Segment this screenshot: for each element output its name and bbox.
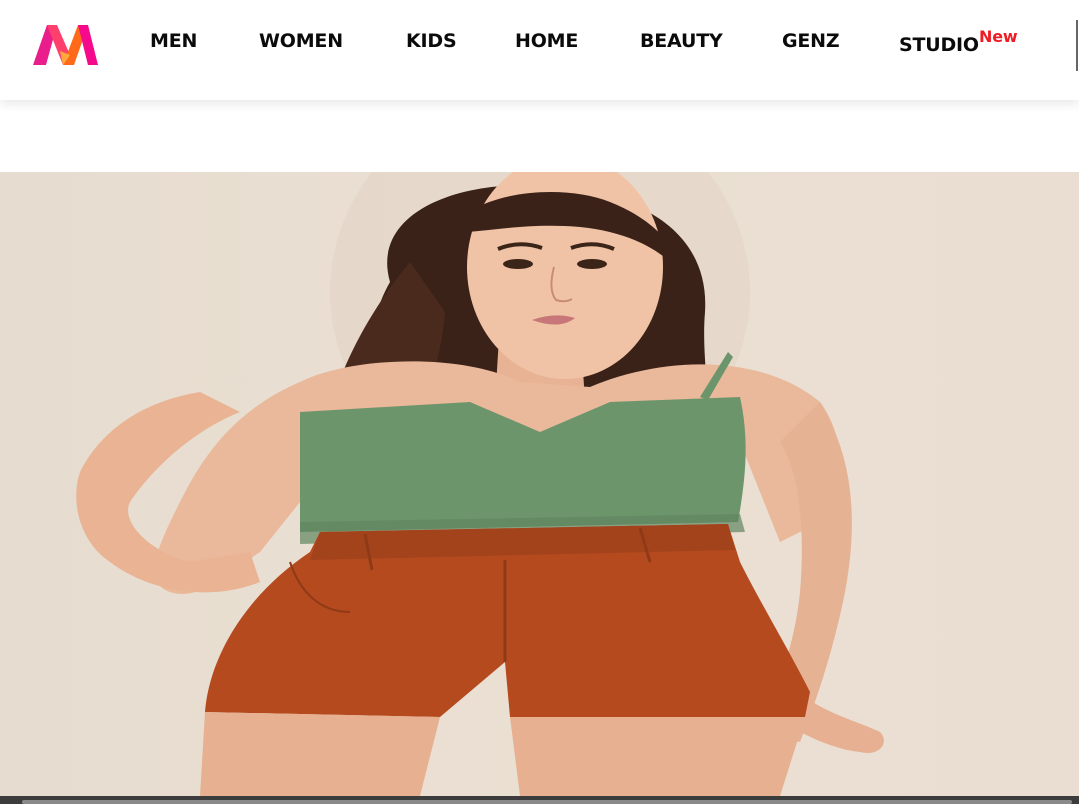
search-bar-edge[interactable] — [1076, 20, 1078, 71]
horizontal-scrollbar-thumb[interactable] — [22, 800, 1072, 804]
model-photo-icon — [76, 172, 884, 796]
nav-item-women[interactable]: WOMEN — [259, 30, 343, 52]
nav-item-genz[interactable]: GENZ — [782, 30, 840, 52]
nav-item-men[interactable]: MEN — [150, 30, 197, 52]
myntra-logo-icon[interactable] — [30, 21, 100, 69]
hero-banner[interactable] — [0, 172, 1079, 796]
nav-item-home[interactable]: HOME — [515, 30, 578, 52]
top-navigation-header: MEN WOMEN KIDS HOME BEAUTY GENZ STUDIO N… — [0, 0, 1079, 100]
nav-item-kids[interactable]: KIDS — [406, 30, 457, 52]
nav-item-studio-label: STUDIO — [899, 34, 979, 56]
nav-item-studio[interactable]: STUDIO New — [899, 27, 1018, 56]
new-badge: New — [979, 27, 1018, 46]
nav-item-beauty[interactable]: BEAUTY — [640, 30, 723, 52]
